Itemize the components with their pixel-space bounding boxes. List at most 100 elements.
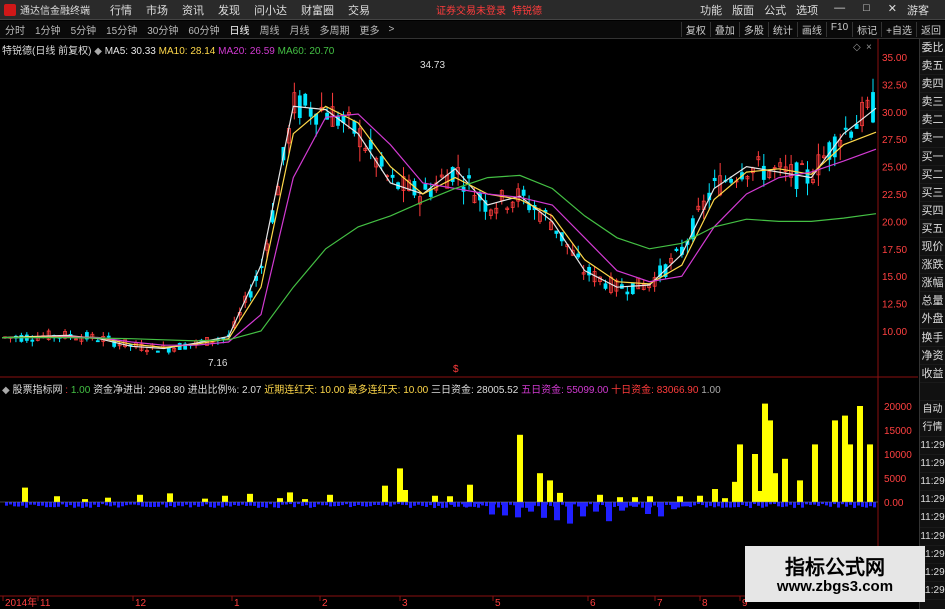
indicator-base-bar	[585, 502, 588, 507]
indicator-settings-icon[interactable]: ◆	[2, 385, 12, 396]
indicator-axis-label: 10000	[884, 450, 912, 461]
sidebar-item-12[interactable]: 涨跌	[920, 256, 945, 275]
sidebar-item-18[interactable]: 收益	[920, 365, 945, 383]
indicator-base-bar	[661, 502, 664, 506]
f7-value: 83066.90	[656, 385, 699, 396]
candle-body	[587, 266, 592, 276]
expand-icon[interactable]: ◇	[853, 42, 861, 53]
menu-shichang[interactable]: 市场	[146, 2, 168, 18]
candle-body	[576, 253, 581, 258]
indicator-base-bar	[577, 502, 580, 507]
sidebar-item-3[interactable]: 卖三	[920, 93, 945, 112]
sidebar-item-14[interactable]: 总量	[920, 292, 945, 311]
menu-faxian[interactable]: 发现	[218, 2, 240, 18]
candle-body	[701, 200, 706, 210]
sidebar-item-5[interactable]: 卖一	[920, 129, 945, 148]
period-fenshi[interactable]: 分时	[0, 22, 30, 37]
tool-fuquan[interactable]: 复权	[680, 22, 710, 37]
period-weekly[interactable]: 周线	[255, 22, 285, 37]
tool-tongji[interactable]: 统计	[767, 22, 797, 37]
period-60min[interactable]: 60分钟	[183, 22, 224, 37]
sidebar-item-11[interactable]: 现价	[920, 238, 945, 257]
candle-body	[281, 147, 286, 161]
tool-diejia[interactable]: 叠加	[709, 22, 739, 37]
indicator-base-bar	[53, 502, 56, 508]
sidebar-item-0[interactable]: 委比	[920, 39, 945, 58]
indicator-bar	[222, 495, 228, 502]
candle-body	[461, 186, 466, 192]
tool-f10[interactable]: F10	[825, 22, 852, 37]
indicator-bar	[752, 454, 758, 502]
sidebar-item-27[interactable]: 11:29	[920, 528, 945, 546]
candle-body	[205, 337, 209, 346]
indicator-base-bar	[49, 502, 52, 508]
indicator-base-bar	[233, 502, 236, 506]
sidebar-item-20[interactable]: 自动	[920, 401, 945, 419]
tool-biaoji[interactable]: 标记	[852, 22, 881, 37]
period-1min[interactable]: 1分钟	[30, 22, 66, 37]
price-axis-label: 25.00	[882, 163, 907, 174]
menu-banmian[interactable]: 版面	[732, 2, 754, 18]
menu-xuanxiang[interactable]: 选项	[796, 2, 818, 18]
period-monthly[interactable]: 月线	[285, 22, 315, 37]
period-more[interactable]: 更多	[355, 22, 385, 37]
sidebar-item-21[interactable]: 行情	[920, 419, 945, 438]
sidebar-item-1[interactable]: 卖五	[920, 57, 945, 76]
guest-label[interactable]: 游客	[907, 2, 929, 18]
candle-body	[816, 154, 821, 176]
sidebar-item-8[interactable]: 买三	[920, 184, 945, 202]
date-axis-label: 7	[657, 598, 663, 609]
sidebar-item-2[interactable]: 卖四	[920, 75, 945, 94]
minimize-icon[interactable]: —	[834, 2, 845, 18]
sidebar-item-24[interactable]: 11:29	[920, 473, 945, 492]
menu-gongneng[interactable]: 功能	[700, 2, 722, 18]
indicator-base-bar	[693, 502, 696, 506]
menu-wenxiaoda[interactable]: 问小达	[254, 2, 287, 18]
low-annotation: 7.16	[208, 358, 228, 369]
sidebar-item-16[interactable]: 换手	[920, 329, 945, 347]
login-warning[interactable]: 证券交易未登录	[436, 2, 506, 17]
indicator-base-bar	[825, 502, 828, 506]
sidebar-item-23[interactable]: 11:29	[920, 455, 945, 474]
sidebar-item-4[interactable]: 卖二	[920, 111, 945, 130]
menu-zixun[interactable]: 资讯	[182, 2, 204, 18]
indicator-bar	[597, 494, 603, 502]
maximize-icon[interactable]: □	[863, 2, 870, 18]
candle-body	[767, 170, 772, 179]
tool-fanhui[interactable]: 返回	[916, 22, 945, 37]
price-axis-label: 35.00	[882, 53, 907, 64]
sidebar-item-13[interactable]: 涨幅	[920, 274, 945, 293]
tool-huaxian[interactable]: 画线	[796, 22, 826, 37]
sidebar-item-25[interactable]: 11:29	[920, 491, 945, 510]
period-15min[interactable]: 15分钟	[101, 22, 142, 37]
menu-caifuquan[interactable]: 财富圈	[301, 2, 334, 18]
candle-body	[663, 264, 668, 277]
tool-duogu[interactable]: 多股	[738, 22, 768, 37]
period-30min[interactable]: 30分钟	[142, 22, 183, 37]
sidebar-item-17[interactable]: 净资	[920, 347, 945, 365]
sidebar-item-10[interactable]: 买五	[920, 220, 945, 239]
period-5min[interactable]: 5分钟	[66, 22, 102, 37]
menu-hangqing[interactable]: 行情	[110, 2, 132, 18]
close-icon[interactable]: ✕	[888, 2, 897, 18]
candle-body	[226, 334, 231, 338]
sidebar-item-7[interactable]: 买二	[920, 166, 945, 184]
candle-body	[729, 178, 733, 183]
sidebar-item-6[interactable]: 买一	[920, 148, 945, 166]
indicator-axis-label: 15000	[884, 426, 912, 437]
sidebar-item-26[interactable]: 11:29	[920, 509, 945, 528]
tool-zixuan[interactable]: +自选	[881, 22, 916, 37]
sidebar-item-19[interactable]	[920, 383, 945, 401]
menu-gongshi[interactable]: 公式	[764, 2, 786, 18]
settings-icon[interactable]: ◆	[94, 46, 104, 57]
sidebar-item-15[interactable]: 外盘	[920, 310, 945, 329]
chevron-right-icon[interactable]: >	[385, 24, 399, 35]
indicator-base-bar	[797, 502, 800, 505]
indicator-base-bar	[689, 502, 692, 508]
menu-jiaoyi[interactable]: 交易	[348, 2, 370, 18]
period-daily[interactable]: 日线	[225, 22, 255, 37]
sidebar-item-22[interactable]: 11:29	[920, 437, 945, 456]
close-chart-icon[interactable]: ×	[866, 42, 872, 53]
period-multi[interactable]: 多周期	[315, 22, 355, 37]
sidebar-item-9[interactable]: 买四	[920, 202, 945, 220]
